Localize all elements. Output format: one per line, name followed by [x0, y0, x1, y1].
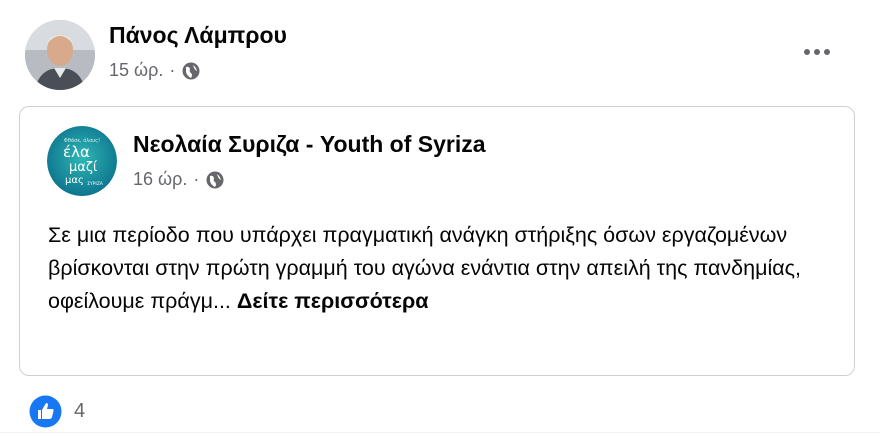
post-meta: 15 ώρ. ·: [109, 60, 201, 81]
page-avatar[interactable]: Φθάσε, όλους! έλα μαζί μας ΣΥΡΙΖΑ: [47, 126, 117, 196]
feed-post: Πάνος Λάμπρου 15 ώρ. · Φθάσε, όλους! έλα…: [0, 0, 880, 432]
shared-post-text: Σε μια περίοδο που υπάρχει πραγματική αν…: [48, 219, 828, 318]
more-options-icon[interactable]: [797, 36, 837, 68]
see-more-link[interactable]: Δείτε περισσότερα: [237, 289, 429, 313]
reaction-count[interactable]: 4: [74, 400, 85, 423]
reactions-bar[interactable]: 4: [29, 395, 85, 428]
shared-page-name[interactable]: Νεολαία Συριζα - Youth of Syriza: [133, 131, 486, 158]
meta-separator: ·: [169, 60, 176, 80]
globe-icon[interactable]: [205, 170, 225, 190]
like-icon[interactable]: [29, 395, 62, 428]
page-avatar-logo: ΣΥΡΙΖΑ: [87, 181, 104, 187]
author-name[interactable]: Πάνος Λάμπρου: [109, 22, 287, 49]
page-avatar-line1: έλα: [63, 143, 90, 161]
post-timestamp[interactable]: 15 ώρ.: [109, 60, 163, 81]
page-avatar-line3: μας: [65, 175, 84, 186]
author-avatar[interactable]: [25, 20, 95, 90]
shared-meta-separator: ·: [193, 169, 200, 189]
page-avatar-line2: μαζί: [69, 160, 98, 175]
shared-post-timestamp[interactable]: 16 ώρ.: [133, 169, 187, 190]
shared-post-meta: 16 ώρ. ·: [133, 169, 225, 190]
shared-post[interactable]: Φθάσε, όλους! έλα μαζί μας ΣΥΡΙΖΑ Νεολαί…: [19, 106, 855, 376]
globe-icon[interactable]: [181, 61, 201, 81]
